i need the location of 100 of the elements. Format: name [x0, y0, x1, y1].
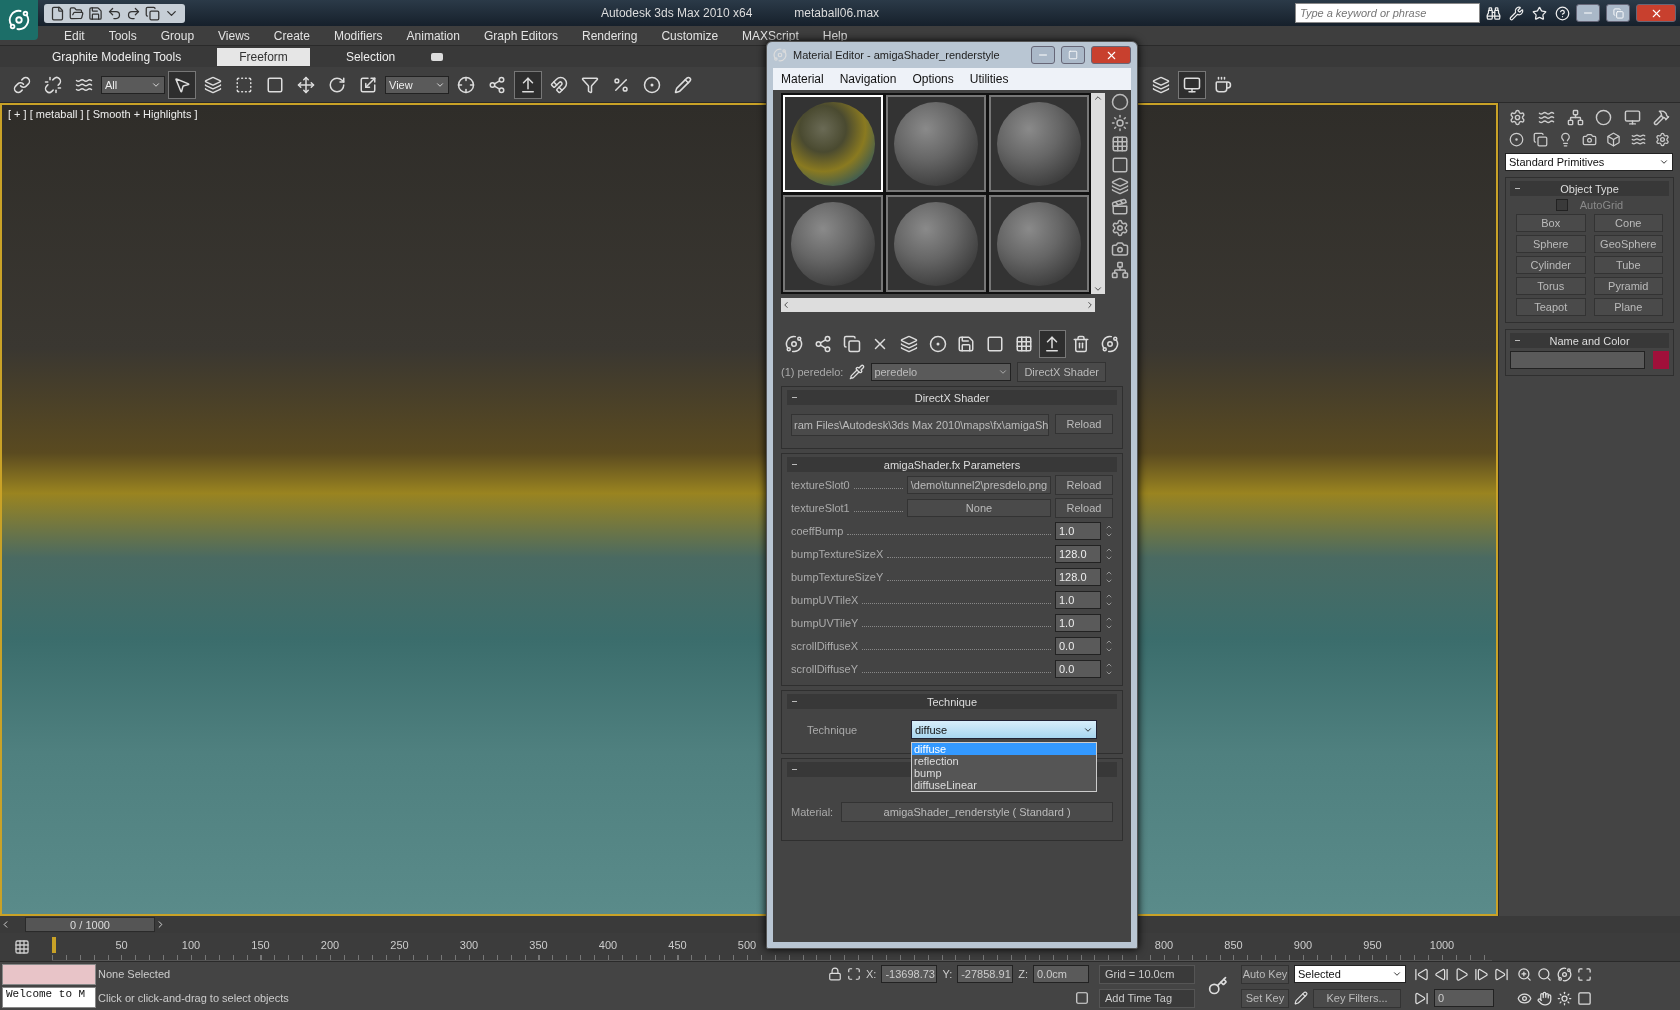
x-coordinate-field[interactable]: -13698.73	[881, 965, 938, 983]
rollout-header[interactable]: Object Type	[1510, 181, 1669, 196]
binoculars-icon[interactable]	[1486, 5, 1501, 21]
primitive-button[interactable]: Box	[1516, 214, 1586, 232]
menu-item[interactable]: Tools	[96, 28, 149, 43]
options-icon[interactable]	[1111, 219, 1129, 237]
hammer-icon[interactable]	[1653, 109, 1670, 126]
pan-icon[interactable]	[1537, 990, 1552, 1006]
step-forward-icon[interactable]	[1474, 966, 1489, 982]
show-end-button[interactable]	[1039, 330, 1066, 358]
maximize-button[interactable]	[1061, 46, 1085, 64]
menu-item[interactable]: Group	[148, 28, 207, 43]
menu-item[interactable]: MAXScript	[730, 28, 811, 43]
film-icon[interactable]	[1111, 198, 1129, 216]
rollout-header[interactable]: DirectX Shader	[787, 390, 1117, 405]
video-icon[interactable]	[1111, 240, 1129, 258]
vertical-scrollbar[interactable]	[1091, 93, 1105, 294]
spinner-field[interactable]: 128.0	[1055, 568, 1101, 586]
primitive-button[interactable]: Plane	[1593, 298, 1663, 316]
select-button[interactable]	[168, 70, 196, 99]
category-dropdown[interactable]: Standard Primitives	[1505, 153, 1673, 171]
texture-button[interactable]: \demo\tunnel2\presdelo.png	[907, 476, 1051, 494]
primitive-button[interactable]: Sphere	[1516, 235, 1586, 253]
rollout-header[interactable]: amigaShader.fx Parameters	[787, 457, 1117, 472]
ribbon-tab[interactable]: Graphite Modeling Tools	[30, 47, 204, 66]
search-field[interactable]: Type a keyword or phrase	[1295, 3, 1480, 23]
set-key-button[interactable]: Set Key	[1241, 988, 1289, 1008]
ribbon-toggle-icon[interactable]	[431, 52, 444, 61]
dropdown-option[interactable]: diffuseLinear	[912, 779, 1096, 791]
reload-button[interactable]: Reload	[1055, 475, 1113, 495]
restore-button[interactable]	[1606, 4, 1630, 22]
primitive-button[interactable]: Pyramid	[1593, 277, 1663, 295]
texture-button[interactable]: None	[907, 499, 1051, 517]
square-icon[interactable]	[1111, 156, 1129, 174]
spinner-field[interactable]: 0.0	[1055, 660, 1101, 678]
undo-icon[interactable]	[107, 5, 122, 21]
primitive-button[interactable]: Cone	[1593, 214, 1663, 232]
field-of-view-icon[interactable]	[1517, 990, 1532, 1006]
help-icon[interactable]	[1555, 5, 1570, 21]
hierarchy-icon[interactable]	[1111, 261, 1129, 279]
redo-icon[interactable]	[126, 5, 141, 21]
waves-icon[interactable]	[1630, 132, 1646, 147]
primitive-button[interactable]: Teapot	[1516, 298, 1586, 316]
listener-input-field[interactable]	[2, 964, 96, 985]
menu-item[interactable]: Utilities	[969, 72, 1009, 86]
material-name-field[interactable]: peredelo	[871, 363, 1012, 381]
copy-icon[interactable]	[145, 5, 160, 21]
color-swatch[interactable]	[1653, 351, 1669, 369]
folder-icon[interactable]	[69, 5, 84, 21]
name-field[interactable]	[1510, 351, 1645, 369]
scroll-down-icon[interactable]	[1093, 284, 1103, 294]
material-type-button[interactable]: DirectX Shader	[1017, 362, 1106, 382]
monitor-icon[interactable]	[1624, 109, 1642, 126]
menu-item[interactable]: Customize	[649, 28, 731, 43]
app-logo-icon[interactable]	[0, 0, 38, 40]
target-icon[interactable]	[1595, 109, 1613, 126]
key-icon[interactable]	[1208, 976, 1228, 996]
step-back-icon[interactable]	[1434, 966, 1449, 982]
reload-button[interactable]: Reload	[1055, 414, 1113, 434]
ribbon-tab[interactable]: Selection	[323, 47, 418, 66]
dropdown-option[interactable]: reflection	[912, 755, 1096, 767]
dropdown-option[interactable]: bump	[912, 767, 1096, 779]
shapes-icon[interactable]	[1533, 132, 1549, 147]
listener-output-field[interactable]: Welcome to M	[2, 987, 96, 1008]
hierarchy-icon[interactable]	[1566, 109, 1584, 126]
minimize-button[interactable]	[1031, 46, 1055, 64]
rollout-header[interactable]: Technique	[787, 694, 1117, 709]
close-button[interactable]	[1636, 4, 1676, 22]
menu-item[interactable]: Modifiers	[321, 28, 395, 43]
viewport-label[interactable]: [ + ] [ metaball ] [ Smooth + Highlights ]	[8, 108, 198, 120]
skip-forward-icon[interactable]	[1494, 966, 1509, 982]
time-slider-thumb[interactable]: 0 / 1000	[25, 917, 155, 932]
primitive-button[interactable]: Tube	[1593, 256, 1663, 274]
scroll-up-icon[interactable]	[1093, 93, 1103, 103]
checker-icon[interactable]	[1111, 135, 1129, 153]
play-icon[interactable]	[1454, 966, 1469, 982]
save-icon[interactable]	[88, 5, 103, 21]
key-mode-dropdown[interactable]: Selected	[1294, 965, 1406, 983]
reference-coordinate-dropdown[interactable]: View	[385, 75, 449, 94]
minimize-button[interactable]	[1576, 4, 1600, 22]
zoom-all-icon[interactable]	[1537, 966, 1552, 982]
skip-back-icon[interactable]	[1414, 966, 1429, 982]
add-time-tag[interactable]: Add Time Tag	[1099, 988, 1195, 1008]
spinner-field[interactable]: 1.0	[1055, 522, 1101, 540]
material-button[interactable]: amigaShader_renderstyle ( Standard )	[841, 802, 1113, 822]
menu-item[interactable]: Views	[206, 28, 262, 43]
maximize-icon[interactable]	[1577, 966, 1592, 982]
auto-key-button[interactable]: Auto Key	[1241, 964, 1289, 984]
ribbon-tab[interactable]: Freeform	[217, 47, 310, 66]
upload-button[interactable]	[514, 70, 542, 99]
sphere-icon[interactable]	[1111, 93, 1129, 111]
scroll-left-icon[interactable]	[781, 300, 791, 310]
gears-icon[interactable]	[1654, 132, 1670, 147]
technique-dropdown[interactable]: diffuse	[911, 720, 1097, 739]
spinner-field[interactable]: 128.0	[1055, 545, 1101, 563]
star-icon[interactable]	[1532, 5, 1547, 21]
shader-path-button[interactable]: ram Files\Autodesk\3ds Max 2010\maps\fx\amigaSh	[791, 414, 1049, 436]
orbit-icon[interactable]	[1557, 966, 1572, 982]
selection-filter-dropdown[interactable]: All	[101, 75, 165, 94]
primitive-button[interactable]: Cylinder	[1516, 256, 1586, 274]
